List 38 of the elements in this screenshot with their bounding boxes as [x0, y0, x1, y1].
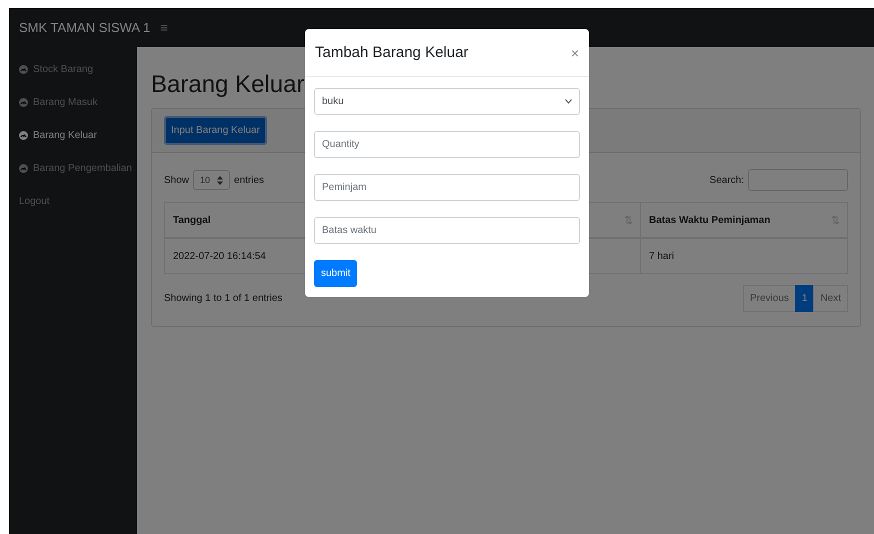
search-label: Search:: [710, 174, 744, 186]
header-label: Batas Waktu Peminjaman: [649, 214, 770, 226]
sidebar-item[interactable]: Barang Pengembalian: [9, 152, 137, 185]
sort-icon: [625, 216, 632, 224]
gauge-icon: [19, 65, 28, 74]
submit-button[interactable]: submit: [314, 260, 358, 287]
modal-title: Tambah Barang Keluar: [315, 44, 468, 61]
item-select[interactable]: buku: [314, 88, 580, 115]
chevron-down-icon: [565, 99, 572, 104]
header-label: Tanggal: [173, 214, 211, 226]
input-field[interactable]: Quantity: [314, 131, 580, 158]
input-field[interactable]: Batas waktu: [314, 217, 580, 244]
input-button[interactable]: Input Barang Keluar: [164, 116, 267, 145]
cell-text: 7 hari: [649, 250, 674, 262]
gauge-icon: [19, 131, 28, 140]
entries-select[interactable]: 10: [193, 170, 230, 190]
brand-title[interactable]: SMK TAMAN SISWA 1: [19, 20, 150, 35]
table-info: Showing 1 to 1 of 1 entries: [164, 293, 282, 304]
sidebar-item[interactable]: Stock Barang: [9, 53, 137, 86]
page-button[interactable]: 1: [794, 285, 814, 312]
show-label: Show: [164, 174, 190, 186]
gauge-icon: [19, 98, 28, 107]
sidebar-item[interactable]: Logout: [9, 185, 137, 218]
sidebar-item[interactable]: Barang Keluar: [9, 119, 137, 152]
search-field[interactable]: [748, 169, 848, 191]
close-button[interactable]: ×: [570, 44, 579, 60]
gauge-icon: [19, 164, 28, 173]
cell-text: 2022-07-20 16:14:54: [173, 250, 266, 262]
column-header[interactable]: Batas Waktu Peminjaman: [640, 202, 848, 238]
page-button[interactable]: Next: [813, 285, 848, 312]
page-title: Barang Keluar: [151, 70, 304, 100]
sort-caret-icon: [217, 176, 224, 184]
sidebar-item[interactable]: Barang Masuk: [9, 86, 137, 119]
menu-toggle[interactable]: ≡: [160, 20, 168, 35]
input-field[interactable]: Peminjam: [314, 174, 580, 201]
entries-label: entries: [234, 174, 264, 186]
sort-icon: [832, 216, 839, 224]
page-button[interactable]: Previous: [742, 285, 796, 312]
